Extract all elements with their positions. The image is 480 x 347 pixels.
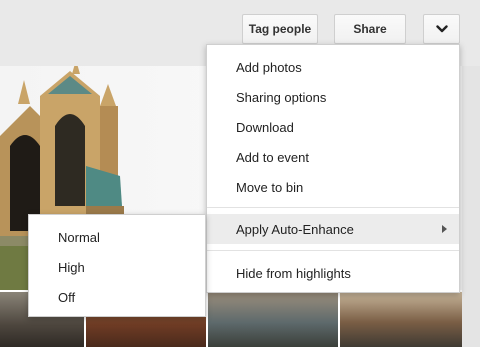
- menu-item-download[interactable]: Download: [207, 112, 459, 142]
- thumbnail[interactable]: [208, 292, 338, 347]
- menu-item-sharing-options[interactable]: Sharing options: [207, 82, 459, 112]
- menu-item-apply-auto-enhance[interactable]: Apply Auto-Enhance: [207, 214, 459, 244]
- menu-divider: [207, 207, 459, 208]
- menu-item-hide-from-highlights[interactable]: Hide from highlights: [207, 258, 459, 288]
- submenu-item-high[interactable]: High: [29, 252, 205, 282]
- menu-item-move-to-bin[interactable]: Move to bin: [207, 172, 459, 202]
- menu-item-label: Apply Auto-Enhance: [236, 221, 354, 237]
- menu-item-add-to-event[interactable]: Add to event: [207, 142, 459, 172]
- submenu-item-off[interactable]: Off: [29, 282, 205, 312]
- share-button[interactable]: Share: [334, 14, 406, 44]
- chevron-down-icon: [435, 25, 448, 33]
- auto-enhance-submenu: Normal High Off: [28, 214, 206, 317]
- more-options-menu: Add photos Sharing options Download Add …: [206, 44, 460, 293]
- submenu-item-normal[interactable]: Normal: [29, 222, 205, 252]
- menu-divider: [207, 250, 459, 251]
- submenu-arrow-icon: [442, 225, 447, 233]
- photo-edge: [462, 66, 480, 347]
- menu-item-add-photos[interactable]: Add photos: [207, 52, 459, 82]
- more-options-button[interactable]: [423, 14, 460, 44]
- thumbnail[interactable]: [340, 292, 462, 347]
- tag-people-button[interactable]: Tag people: [242, 14, 318, 44]
